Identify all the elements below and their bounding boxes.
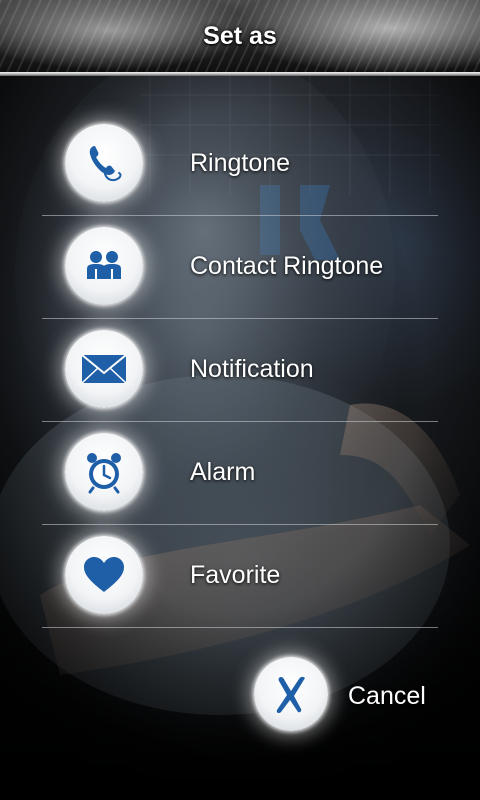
- set-as-options-list: Ringtone Contact Ringtone Notification A…: [0, 113, 480, 628]
- option-notification[interactable]: Notification: [0, 319, 480, 422]
- option-label: Favorite: [190, 561, 281, 589]
- option-label: Alarm: [190, 458, 256, 486]
- dialog-title: Set as: [203, 22, 277, 50]
- phone-icon: [65, 124, 143, 202]
- heart-icon: [65, 536, 143, 614]
- option-contact-ringtone[interactable]: Contact Ringtone: [0, 216, 480, 319]
- option-label: Contact Ringtone: [190, 252, 384, 280]
- contacts-icon: [65, 227, 143, 305]
- header-divider: [0, 72, 480, 76]
- option-favorite[interactable]: Favorite: [0, 525, 480, 628]
- option-alarm[interactable]: Alarm: [0, 422, 480, 525]
- cancel-button[interactable]: Cancel: [252, 655, 452, 735]
- cancel-label: Cancel: [348, 682, 426, 710]
- envelope-icon: [65, 330, 143, 408]
- option-label: Ringtone: [190, 149, 291, 177]
- close-x-icon: [254, 657, 328, 731]
- option-label: Notification: [190, 355, 314, 383]
- set-as-dialog: Set as Ringtone Contact Ringtone Notific…: [0, 0, 480, 800]
- alarm-clock-icon: [65, 433, 143, 511]
- divider: [42, 627, 438, 628]
- option-ringtone[interactable]: Ringtone: [0, 113, 480, 216]
